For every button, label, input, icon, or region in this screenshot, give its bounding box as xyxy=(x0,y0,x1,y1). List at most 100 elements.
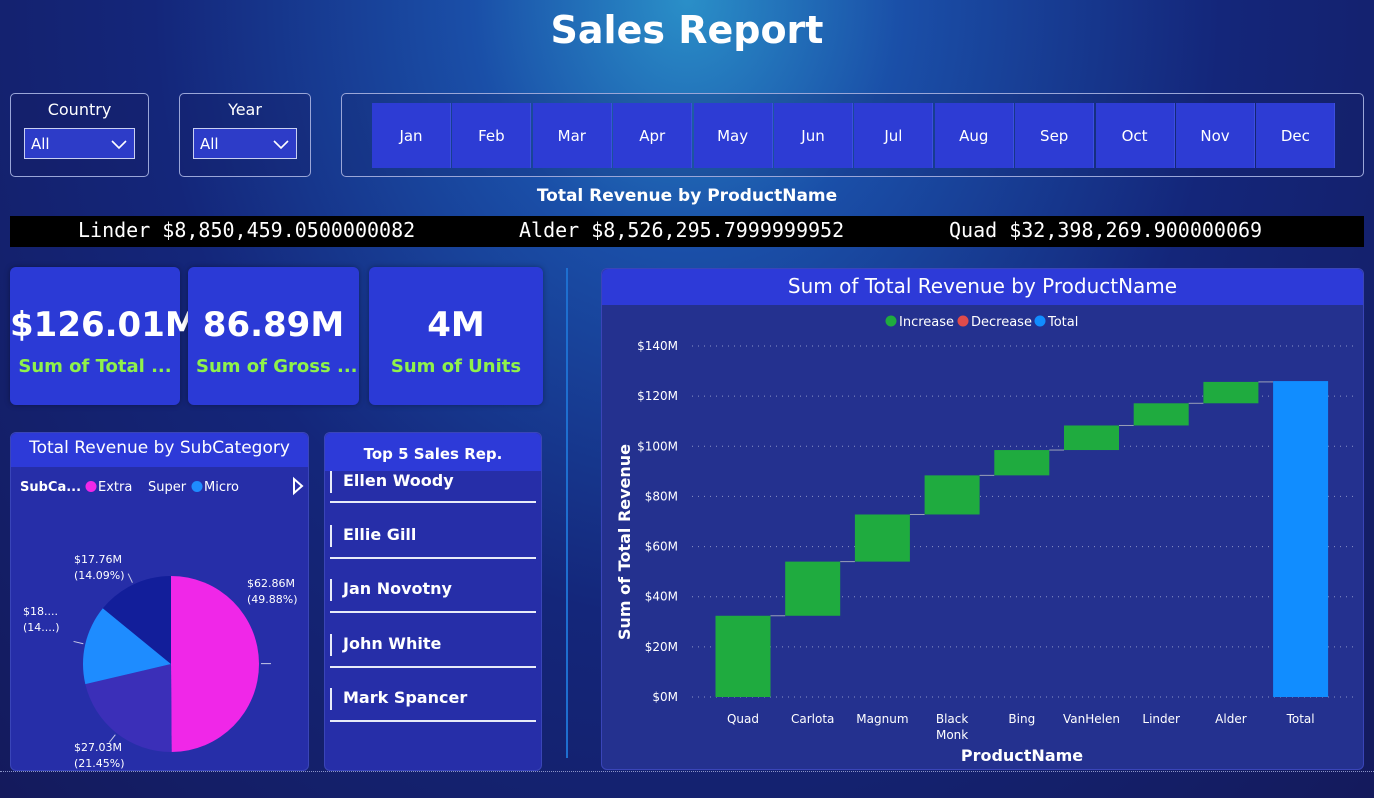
month-button[interactable]: Feb xyxy=(452,103,532,168)
legend-dot-micro xyxy=(191,481,203,492)
year-label: Year xyxy=(228,100,262,119)
waterfall-bar[interactable] xyxy=(1273,381,1329,697)
kpi-value: $126.01M xyxy=(10,305,199,345)
x-tick-label: VanHelen xyxy=(1063,712,1120,726)
ticker-item: Alder $8,526,295.7999999952 xyxy=(519,218,845,242)
pie-data-label: (14.09%) xyxy=(74,569,125,582)
pie-legend-extra[interactable]: Extra xyxy=(98,480,132,495)
month-button[interactable]: Oct xyxy=(1095,103,1175,168)
chevron-down-icon xyxy=(111,139,127,149)
country-slicer: Country All xyxy=(10,93,149,177)
year-dropdown[interactable]: All xyxy=(193,128,297,159)
footer-divider xyxy=(0,771,1374,772)
kpi-total-revenue: $126.01M Sum of Total ... xyxy=(10,267,199,405)
kpi-units: 4M Sum of Units xyxy=(369,267,543,405)
month-button[interactable]: Aug xyxy=(934,103,1014,168)
rep-marker xyxy=(330,579,332,601)
waterfall-bar[interactable] xyxy=(1203,381,1259,404)
pie-legend-micro[interactable]: Micro xyxy=(204,480,239,495)
month-button[interactable]: Mar xyxy=(532,103,612,168)
list-item[interactable]: Ellen Woody xyxy=(330,471,536,503)
waterfall-title: Sum of Total Revenue by ProductName xyxy=(602,269,1363,305)
pie-legend-title: SubCa... xyxy=(20,480,81,495)
legend-dot-increase xyxy=(885,315,897,327)
list-item[interactable]: Ellie Gill xyxy=(330,525,536,559)
waterfall-panel: Sum of Total Revenue by ProductName Incr… xyxy=(601,268,1364,770)
y-tick-label: $20M xyxy=(645,640,678,654)
legend-dot-extra xyxy=(85,481,97,492)
month-button[interactable]: Dec xyxy=(1256,103,1336,168)
pie-data-label: (21.45%) xyxy=(74,757,125,770)
legend-dot-decrease xyxy=(957,315,969,327)
country-dropdown[interactable]: All xyxy=(24,128,135,159)
y-tick-label: $0M xyxy=(652,690,678,704)
waterfall-chart: Increase Decrease Total $0M $20M $40M $60M $… xyxy=(615,315,1357,765)
pie-slice-extra[interactable] xyxy=(171,576,260,752)
month-button[interactable]: Nov xyxy=(1176,103,1255,168)
month-button[interactable]: Jun xyxy=(774,103,853,168)
y-tick-label: $80M xyxy=(645,489,678,503)
x-tick-label: Quad xyxy=(727,712,759,726)
pie-data-label: $27.03M xyxy=(74,741,122,754)
section-divider xyxy=(566,268,568,758)
chevron-down-icon xyxy=(273,139,289,149)
y-tick-label: $100M xyxy=(637,439,678,453)
month-button[interactable]: Apr xyxy=(613,103,693,168)
top-reps-panel: Top 5 Sales Rep. Ellen Woody Ellie Gill … xyxy=(324,432,542,771)
top-reps-title: Top 5 Sales Rep. xyxy=(325,433,541,471)
y-axis-label: Sum of Total Revenue xyxy=(615,444,634,640)
legend-total[interactable]: Total xyxy=(1047,315,1078,330)
waterfall-bar[interactable] xyxy=(1133,403,1189,426)
ticker-item: Linder $8,850,459.0500000082 xyxy=(78,218,416,242)
waterfall-bar[interactable] xyxy=(785,561,841,616)
list-item[interactable]: Mark Spancer xyxy=(330,688,536,722)
rep-marker xyxy=(330,688,332,710)
month-button[interactable]: Jul xyxy=(854,103,934,168)
x-tick-label: Black xyxy=(936,712,969,726)
waterfall-bar[interactable] xyxy=(715,615,771,697)
pie-legend-super[interactable]: Super xyxy=(148,480,187,495)
pie-leader-line xyxy=(73,640,84,645)
ticker-title: Total Revenue by ProductName xyxy=(536,186,838,206)
legend-next-icon[interactable] xyxy=(293,476,304,496)
x-tick-label: Monk xyxy=(936,728,968,742)
x-tick-label: Linder xyxy=(1142,712,1180,726)
pie-data-label: $17.76M xyxy=(74,553,122,566)
ticker-item: Quad $32,398,269.900000069 xyxy=(949,218,1263,242)
kpi-label: Sum of Total ... xyxy=(18,356,172,377)
legend-increase[interactable]: Increase xyxy=(899,315,954,330)
pie-data-label: $62.86M xyxy=(247,577,295,590)
month-button[interactable]: May xyxy=(693,103,773,168)
pie-leader-line xyxy=(127,573,133,583)
pie-chart: SubCa... Extra Super Micro $62.86M (49.88… xyxy=(20,476,304,770)
kpi-value: 4M xyxy=(427,305,485,345)
kpi-label: Sum of Units xyxy=(390,356,522,377)
list-item[interactable]: Jan Novotny xyxy=(330,579,536,613)
waterfall-bar[interactable] xyxy=(994,450,1050,476)
list-item[interactable]: John White xyxy=(330,634,536,668)
month-slicer: Jan Feb Mar Apr May Jun Jul Aug Sep Oct Nov Dec xyxy=(341,93,1364,177)
month-button[interactable]: Jan xyxy=(372,103,451,168)
pie-data-label: (49.88%) xyxy=(247,593,298,606)
subcategory-pie-panel: Total Revenue by SubCategory SubCa... Ex… xyxy=(10,432,309,771)
x-axis-label: ProductName xyxy=(961,746,1083,765)
y-tick-label: $120M xyxy=(637,389,678,403)
kpi-label: Sum of Gross ... xyxy=(196,356,358,377)
waterfall-bar[interactable] xyxy=(1064,425,1119,451)
legend-decrease[interactable]: Decrease xyxy=(971,315,1032,330)
waterfall-bar[interactable] xyxy=(854,514,910,562)
rep-marker xyxy=(330,634,332,656)
x-tick-label: Carlota xyxy=(791,712,834,726)
rep-name: John White xyxy=(343,634,442,653)
kpi-gross-profit: 86.89M Sum of Gross ... xyxy=(188,267,359,405)
x-tick-label: Alder xyxy=(1215,712,1247,726)
pie-data-label: (14....) xyxy=(23,621,60,634)
y-tick-label: $60M xyxy=(645,540,678,554)
year-slicer: Year All xyxy=(179,93,311,177)
rep-name: Mark Spancer xyxy=(343,688,468,707)
waterfall-bar[interactable] xyxy=(924,475,980,515)
year-value: All xyxy=(200,134,219,153)
x-tick-label: Magnum xyxy=(856,712,908,726)
month-button[interactable]: Sep xyxy=(1015,103,1095,168)
country-value: All xyxy=(31,134,50,153)
